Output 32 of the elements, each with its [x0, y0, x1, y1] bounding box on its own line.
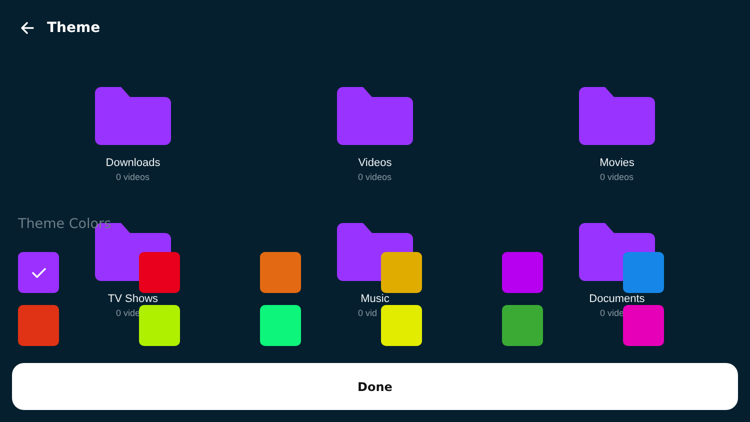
- video-count: 0 videos: [116, 172, 150, 182]
- color-swatch[interactable]: [260, 252, 301, 293]
- video-count: 0 videos: [600, 172, 634, 182]
- color-swatch[interactable]: [260, 305, 301, 346]
- color-swatch[interactable]: [502, 252, 543, 293]
- folder-name: Documents: [589, 293, 645, 305]
- done-button[interactable]: Done: [12, 363, 738, 410]
- folder-icon[interactable]: [579, 87, 655, 145]
- folder-name: Music: [360, 293, 390, 305]
- color-swatch[interactable]: [139, 252, 180, 293]
- folder-name: Downloads: [106, 157, 160, 169]
- color-swatch[interactable]: [381, 252, 422, 293]
- color-swatch[interactable]: [381, 305, 422, 346]
- folder-icon[interactable]: [337, 87, 413, 145]
- video-count: 0 vid: [358, 308, 378, 318]
- color-swatch[interactable]: [18, 305, 59, 346]
- check-icon: [32, 268, 46, 278]
- video-count: 0 vide: [116, 308, 142, 318]
- color-swatch[interactable]: [502, 305, 543, 346]
- folder-name: TV Shows: [108, 293, 158, 305]
- folder-icon[interactable]: [95, 87, 171, 145]
- color-swatch[interactable]: [139, 305, 180, 346]
- folder-name: Movies: [600, 157, 634, 169]
- page-title: Theme: [47, 20, 100, 36]
- folder-name: Videos: [358, 157, 392, 169]
- section-title: Theme Colors: [18, 216, 112, 232]
- color-swatch[interactable]: [623, 305, 664, 346]
- color-swatch[interactable]: [623, 252, 664, 293]
- video-count: 0 vide: [600, 308, 626, 318]
- video-count: 0 videos: [358, 172, 392, 182]
- back-arrow-icon[interactable]: [19, 20, 35, 36]
- color-swatch[interactable]: [18, 252, 59, 293]
